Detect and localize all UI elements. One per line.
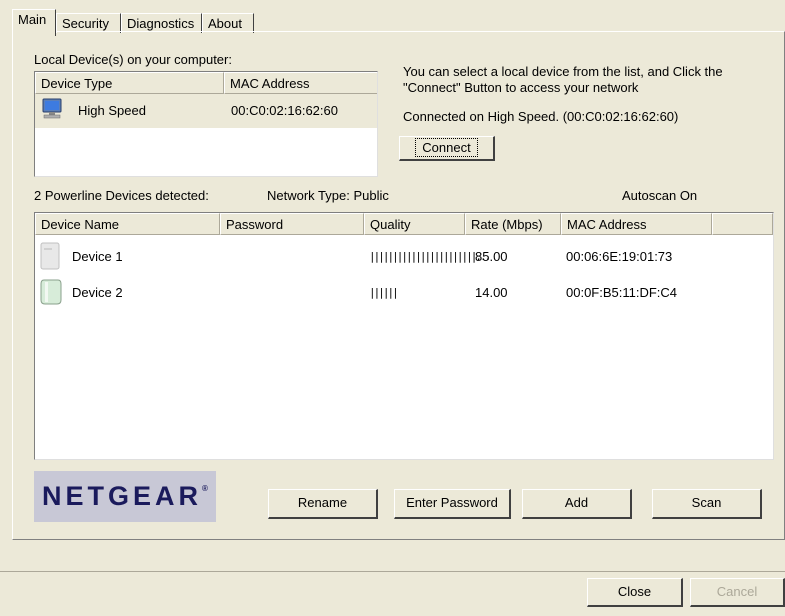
devices-detected-label: 2 Powerline Devices detected: (34, 188, 209, 203)
rename-button[interactable]: Rename (268, 489, 378, 519)
column-header-quality[interactable]: Quality (364, 213, 465, 235)
cancel-button[interactable]: Cancel (690, 578, 785, 607)
device-rate: 85.00 (475, 249, 508, 264)
device-row[interactable]: Device 1 |||||||||||||||||||||||... 85.0… (35, 239, 773, 275)
computer-monitor-icon (42, 98, 62, 119)
tab-diagnostics[interactable]: Diagnostics (121, 13, 202, 33)
netgear-logo: NETGEAR® (34, 471, 216, 522)
device-quality: |||||||||||||||||||||||... (369, 250, 491, 263)
close-button[interactable]: Close (587, 578, 683, 607)
device-rate: 14.00 (475, 285, 508, 300)
local-devices-list[interactable]: Device Type MAC Address High Speed 00:C0… (34, 71, 378, 177)
enter-password-button[interactable]: Enter Password (394, 489, 511, 519)
device-name: Device 2 (72, 285, 123, 300)
connect-button[interactable]: Connect (399, 136, 495, 161)
network-type-label: Network Type: Public (267, 188, 389, 203)
powerline-devices-list[interactable]: Device Name Password Quality Rate (Mbps)… (34, 212, 774, 460)
device-mac: 00:06:6E:19:01:73 (566, 249, 673, 264)
local-device-row[interactable]: High Speed 00:C0:02:16:62:60 (35, 94, 377, 128)
tab-security[interactable]: Security (56, 13, 121, 33)
device-quality: |||||| (369, 286, 399, 299)
device-mac: 00:0F:B5:11:DF:C4 (566, 285, 678, 300)
tab-about[interactable]: About (202, 13, 254, 33)
local-device-type: High Speed (78, 103, 146, 118)
column-header-rate[interactable]: Rate (Mbps) (465, 213, 561, 235)
column-header-password[interactable]: Password (220, 213, 364, 235)
powerline-adapter-icon (40, 279, 62, 305)
scan-button[interactable]: Scan (652, 489, 762, 519)
powerline-adapter-icon (40, 242, 60, 270)
netgear-logo-text: NETGEAR (42, 481, 203, 511)
column-header-blank[interactable] (712, 213, 773, 235)
tab-main[interactable]: Main (12, 9, 56, 36)
local-devices-label: Local Device(s) on your computer: (34, 52, 232, 67)
local-device-mac: 00:C0:02:16:62:60 (231, 103, 338, 118)
registered-mark: ® (202, 484, 208, 493)
connection-status: Connected on High Speed. (00:C0:02:16:62… (403, 109, 679, 124)
column-header-mac-address[interactable]: MAC Address (224, 72, 377, 94)
device-name: Device 1 (72, 249, 123, 264)
column-header-device-name[interactable]: Device Name (35, 213, 220, 235)
column-header-mac-address[interactable]: MAC Address (561, 213, 712, 235)
connect-instructions: You can select a local device from the l… (403, 64, 723, 95)
autoscan-status: Autoscan On (622, 188, 698, 203)
column-header-device-type[interactable]: Device Type (35, 72, 224, 94)
connect-button-label: Connect (415, 138, 478, 157)
add-button[interactable]: Add (522, 489, 632, 519)
device-row[interactable]: Device 2 |||||| 14.00 00:0F:B5:11:DF:C4 (35, 275, 773, 311)
